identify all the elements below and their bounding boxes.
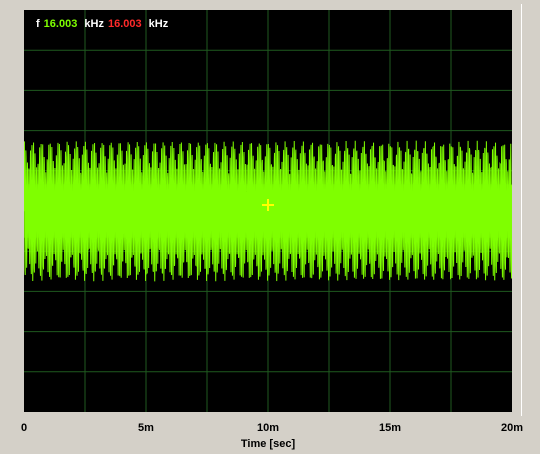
x-tick-label: 10m <box>256 422 280 434</box>
plot-area[interactable]: f 16.003 kHz 16.003 kHz <box>24 10 512 412</box>
x-tick-label: 20m <box>500 422 524 434</box>
x-tick-label: 0 <box>20 422 28 434</box>
x-tick-label: 5m <box>138 422 154 434</box>
frequency-label: f <box>36 18 40 30</box>
oscilloscope-window: f 16.003 kHz 16.003 kHz 0 5m 10m 15m 20m T… <box>0 0 540 454</box>
x-tick-label: 15m <box>378 422 402 434</box>
frequency-unit-red: kHz <box>148 18 169 30</box>
frequency-value-green: 16.003 <box>43 18 78 30</box>
frequency-readout: f 16.003 kHz 16.003 kHz <box>36 17 172 31</box>
waveform-plot[interactable] <box>24 10 512 412</box>
frequency-unit-green: kHz <box>84 18 104 30</box>
x-axis-label: Time [sec] <box>240 438 296 450</box>
waveform-trace-group <box>24 140 512 282</box>
frequency-value-red: 16.003 <box>107 18 142 30</box>
right-panel-edge <box>521 4 534 416</box>
